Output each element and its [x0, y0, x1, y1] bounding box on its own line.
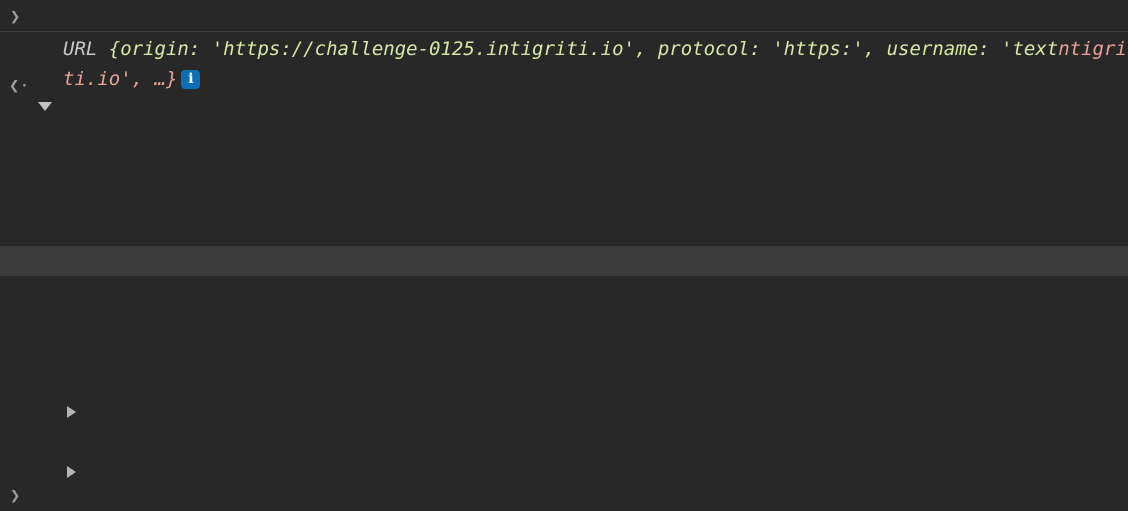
- property-row-search[interactable]: search: "?text=t1": [0, 366, 1128, 396]
- chevron-right-icon: ❯: [10, 7, 21, 27]
- property-row-host[interactable]: host: "challenge-0125.intigriti.io": [0, 126, 1128, 156]
- console-result-block: ❮· URL {origin: 'https://challenge-0125.…: [0, 32, 1128, 486]
- disclosure-triangle-collapsed[interactable]: [67, 406, 76, 418]
- property-row-prototype[interactable]: [[Prototype]]: URL: [0, 456, 1128, 486]
- property-row-href[interactable]: href: "https://text:&text%3Dpassword@cha…: [0, 186, 1128, 216]
- property-row-password[interactable]: password: "&text%3Dpassword": [0, 246, 1128, 276]
- property-row-port[interactable]: port: "": [0, 306, 1128, 336]
- console-input-row[interactable]: ❯ new URL('https://text:&text=password@c…: [0, 0, 1128, 32]
- property-row-hostname[interactable]: hostname: "challenge-0125.intigriti.io": [0, 156, 1128, 186]
- property-row-protocol[interactable]: protocol: "https:": [0, 336, 1128, 366]
- chevron-right-icon[interactable]: ❯: [10, 483, 20, 509]
- property-row-origin[interactable]: origin: "https://challenge-0125.intigrit…: [0, 216, 1128, 246]
- object-preview-line[interactable]: URL {origin: 'https://challenge-0125.int…: [0, 34, 1128, 94]
- return-arrow-icon: ❮·: [9, 76, 30, 96]
- property-row-hash[interactable]: hash: "#text=t2": [0, 96, 1128, 126]
- object-property-list: hash: "#text=t2" host: "challenge-0125.i…: [0, 96, 1128, 486]
- disclosure-triangle-collapsed[interactable]: [67, 466, 76, 478]
- object-preview-text: {origin: 'https://challenge-0125.intigri…: [97, 38, 1059, 60]
- info-icon[interactable]: i: [181, 70, 201, 89]
- property-row-searchparams[interactable]: searchParams: URLSearchParams {size: 1}: [0, 396, 1128, 426]
- devtools-console-panel[interactable]: ❯ new URL('https://text:&text=password@c…: [0, 0, 1128, 511]
- object-class-name: URL: [63, 38, 98, 60]
- property-row-username[interactable]: username: "text": [0, 426, 1128, 456]
- property-row-pathname[interactable]: pathname: "/path": [0, 276, 1128, 306]
